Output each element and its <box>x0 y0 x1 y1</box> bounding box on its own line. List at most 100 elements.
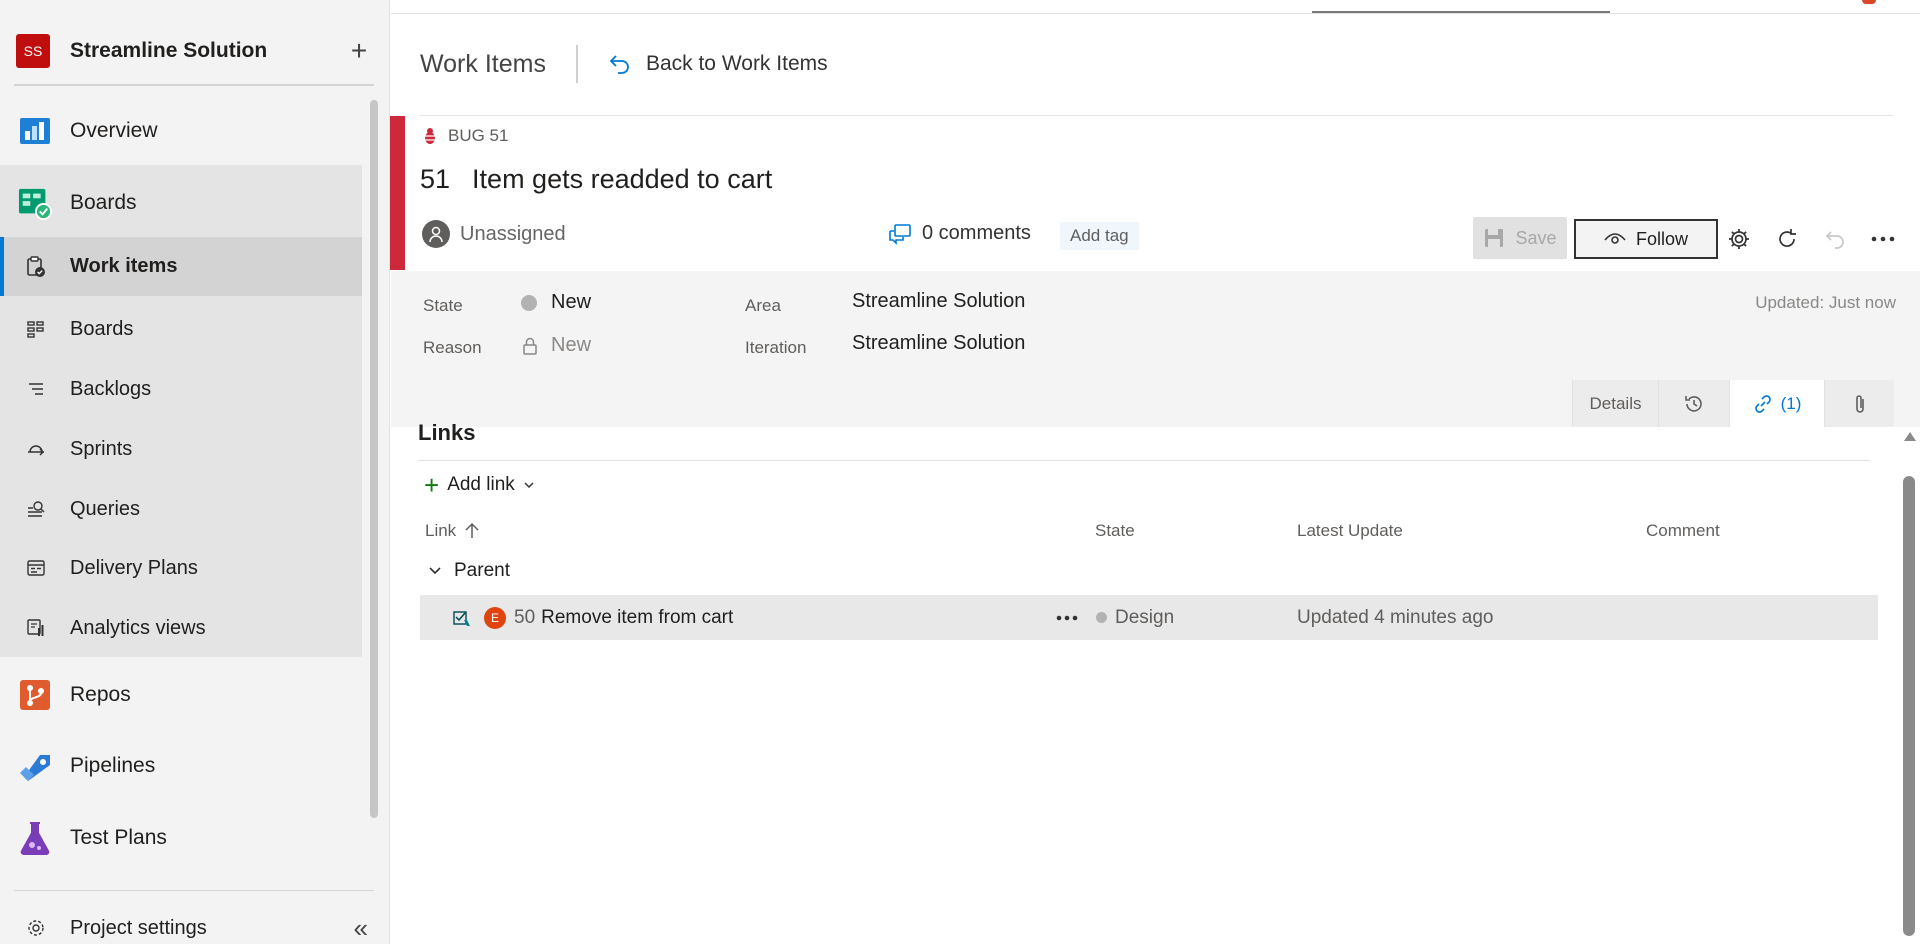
tab-attachments[interactable] <box>1824 380 1894 427</box>
gear-icon <box>1729 229 1749 249</box>
parent-group-header[interactable]: Parent <box>428 560 510 582</box>
column-header-state[interactable]: State <box>1095 521 1135 541</box>
area-value[interactable]: Streamline Solution <box>852 290 1025 313</box>
reason-label: Reason <box>423 338 482 357</box>
row-more-button[interactable] <box>1056 595 1078 640</box>
nav-project-settings-label: Project settings <box>70 916 207 939</box>
column-header-latest-update[interactable]: Latest Update <box>1297 521 1403 541</box>
main-scrollbar[interactable] <box>1902 432 1916 944</box>
divider <box>575 45 578 83</box>
assigned-to-field[interactable]: Unassigned <box>422 220 566 248</box>
nav-delivery-plans-label: Delivery Plans <box>70 556 198 579</box>
nav-boards-hub[interactable]: Boards <box>0 178 362 228</box>
nav-test-plans-label: Test Plans <box>70 826 167 849</box>
comments-count: 0 comments <box>922 222 1031 244</box>
link-icon <box>1754 394 1771 413</box>
undo-button[interactable] <box>1818 222 1852 256</box>
nav-queries[interactable]: Queries <box>0 484 362 534</box>
test-case-icon <box>453 610 470 626</box>
overview-icon <box>18 114 52 148</box>
state-field[interactable]: New <box>521 291 591 314</box>
work-item-title[interactable]: 51 Item gets readded to cart <box>420 164 772 195</box>
linked-item-title[interactable]: Remove item from cart <box>541 607 733 629</box>
link-cell[interactable]: E 50 Remove item from cart <box>452 595 733 640</box>
follow-button[interactable]: Follow <box>1574 219 1718 259</box>
back-arrow-icon <box>609 55 629 74</box>
nav-repos-label: Repos <box>70 683 131 706</box>
work-item-id: 51 <box>420 164 451 194</box>
project-avatar[interactable]: SS <box>16 34 50 68</box>
nav-sprints[interactable]: Sprints <box>0 424 362 474</box>
nav-repos[interactable]: Repos <box>0 671 362 719</box>
settings-button[interactable] <box>1722 222 1756 256</box>
collapse-sidebar-button[interactable]: « <box>354 913 368 944</box>
back-to-work-items-link[interactable]: Back to Work Items <box>608 52 828 76</box>
chevron-down-icon <box>429 567 441 575</box>
tab-links[interactable]: (1) <box>1729 380 1824 427</box>
work-item-tabs: Details (1) <box>1572 380 1894 427</box>
sidebar: SS Streamline Solution + Overview Boards… <box>0 0 390 944</box>
project-header: SS Streamline Solution + <box>16 32 374 70</box>
divider <box>420 115 1894 116</box>
nav-backlogs[interactable]: Backlogs <box>0 364 362 414</box>
sort-ascending-icon <box>465 522 479 538</box>
add-project-button[interactable]: + <box>344 37 374 65</box>
add-tag-button[interactable]: Add tag <box>1060 222 1139 250</box>
divider <box>14 890 374 891</box>
boards-hub-icon <box>18 186 52 220</box>
tab-details[interactable]: Details <box>1572 380 1658 427</box>
linked-item-state: Design <box>1096 595 1174 640</box>
test-plans-icon <box>18 821 52 855</box>
top-indicator <box>1312 11 1610 13</box>
add-link-button[interactable]: + Add link <box>424 470 535 500</box>
notification-indicator <box>1862 0 1876 4</box>
work-item-type: BUG 51 <box>422 126 508 146</box>
page-header: Work Items Back to Work Items <box>420 44 828 84</box>
nav-work-items[interactable]: Work items <box>0 237 362 296</box>
area-label: Area <box>745 296 781 315</box>
linked-item-state-label: Design <box>1115 606 1175 628</box>
comments-icon <box>889 223 911 245</box>
iteration-label: Iteration <box>745 338 807 357</box>
column-header-link[interactable]: Link <box>425 521 480 541</box>
delivery-plans-icon <box>26 558 46 578</box>
nav-queries-label: Queries <box>70 497 141 520</box>
table-row[interactable]: E 50 Remove item from cart Design Update… <box>420 595 1878 640</box>
back-label: Back to Work Items <box>645 52 828 75</box>
eye-icon <box>1604 233 1626 244</box>
sidebar-scrollbar[interactable] <box>370 100 378 818</box>
save-label: Save <box>1515 227 1557 248</box>
work-item-title-text[interactable]: Item gets readded to cart <box>472 164 772 195</box>
iteration-value[interactable]: Streamline Solution <box>852 332 1025 355</box>
nav-pipelines[interactable]: Pipelines <box>0 742 362 790</box>
lock-icon <box>523 337 537 355</box>
tab-history[interactable] <box>1658 380 1729 427</box>
comments-link[interactable]: 0 comments <box>888 222 1031 245</box>
plus-icon: + <box>424 470 440 500</box>
state-value: New <box>551 291 592 313</box>
nav-boards[interactable]: Boards <box>0 304 362 354</box>
more-actions-button[interactable] <box>1866 222 1900 256</box>
project-name[interactable]: Streamline Solution <box>70 39 344 63</box>
work-items-icon <box>26 255 46 277</box>
scrollbar-thumb[interactable] <box>1903 476 1915 936</box>
scroll-up-arrow-icon[interactable] <box>1904 432 1916 441</box>
assigned-to-label: Unassigned <box>460 222 566 245</box>
nav-delivery-plans[interactable]: Delivery Plans <box>0 543 362 593</box>
boards-icon <box>26 319 46 339</box>
nav-project-settings[interactable]: Project settings « <box>0 904 372 944</box>
state-dot-icon <box>521 294 537 311</box>
links-section-title: Links <box>418 420 476 445</box>
state-label: State <box>423 296 463 315</box>
bug-icon <box>422 128 438 144</box>
repos-icon <box>18 678 52 712</box>
refresh-button[interactable] <box>1770 222 1804 256</box>
pipelines-icon <box>18 749 52 783</box>
nav-analytics-views[interactable]: Analytics views <box>0 603 362 653</box>
column-header-comment[interactable]: Comment <box>1646 521 1720 541</box>
nav-test-plans[interactable]: Test Plans <box>0 814 362 862</box>
save-button[interactable]: Save <box>1473 217 1567 259</box>
reason-value: New <box>551 334 592 356</box>
nav-overview[interactable]: Overview <box>0 108 362 153</box>
parent-group-label: Parent <box>454 560 510 581</box>
